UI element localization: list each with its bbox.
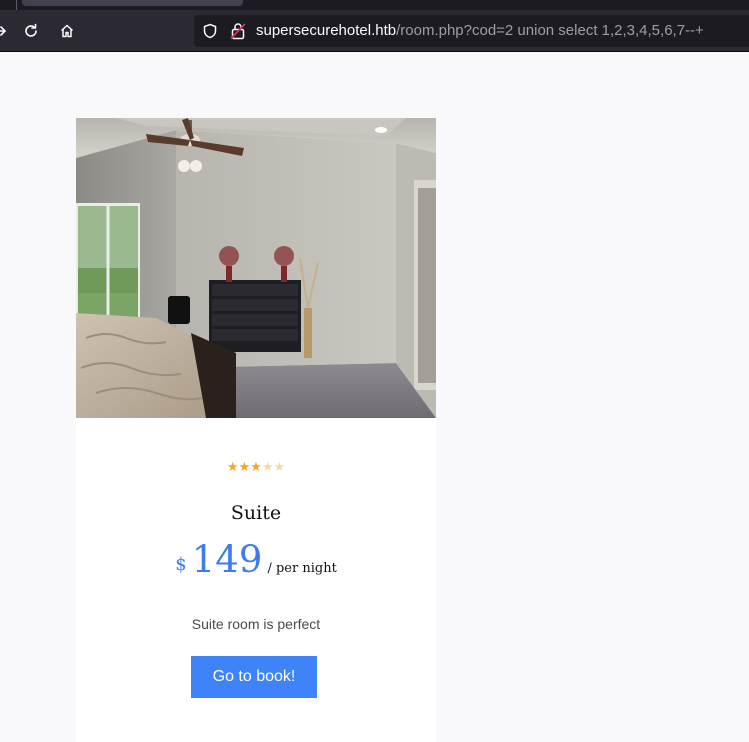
star-rating: ★★★★★ (76, 461, 436, 475)
reload-icon[interactable] (18, 18, 44, 44)
room-price: $ 149 / per night (76, 538, 436, 581)
url-path: /room.php?cod=2 union select 1,2,3,4,5,6… (396, 22, 704, 39)
active-tab[interactable] (22, 0, 243, 6)
tab-strip (0, 0, 749, 10)
shield-icon[interactable] (202, 23, 218, 43)
tab-separator (16, 0, 17, 10)
room-title: Suite (230, 502, 282, 524)
insecure-lock-icon[interactable] (230, 22, 246, 44)
forward-icon[interactable] (0, 18, 14, 44)
room-description: Suite room is perfect (191, 616, 321, 632)
url-host: supersecurehotel.htb (256, 22, 397, 39)
home-icon[interactable] (54, 18, 80, 44)
price-amount: 149 (191, 538, 263, 581)
browser-toolbar: supersecurehotel.htb/room.php?cod=2 unio… (0, 10, 749, 52)
price-currency: $ (175, 554, 187, 575)
url-bar[interactable]: supersecurehotel.htb/room.php?cod=2 unio… (194, 15, 749, 47)
room-photo (76, 118, 436, 418)
star-empty: ★★ (261, 460, 286, 475)
star-filled: ★★★ (226, 460, 262, 475)
book-button[interactable]: Go to book! (191, 656, 317, 698)
room-card: ★★★★★ Suite $ 149 / per night Suite room… (76, 118, 436, 742)
price-unit: / per night (267, 561, 337, 576)
url-text[interactable]: supersecurehotel.htb/room.php?cod=2 unio… (256, 15, 704, 47)
